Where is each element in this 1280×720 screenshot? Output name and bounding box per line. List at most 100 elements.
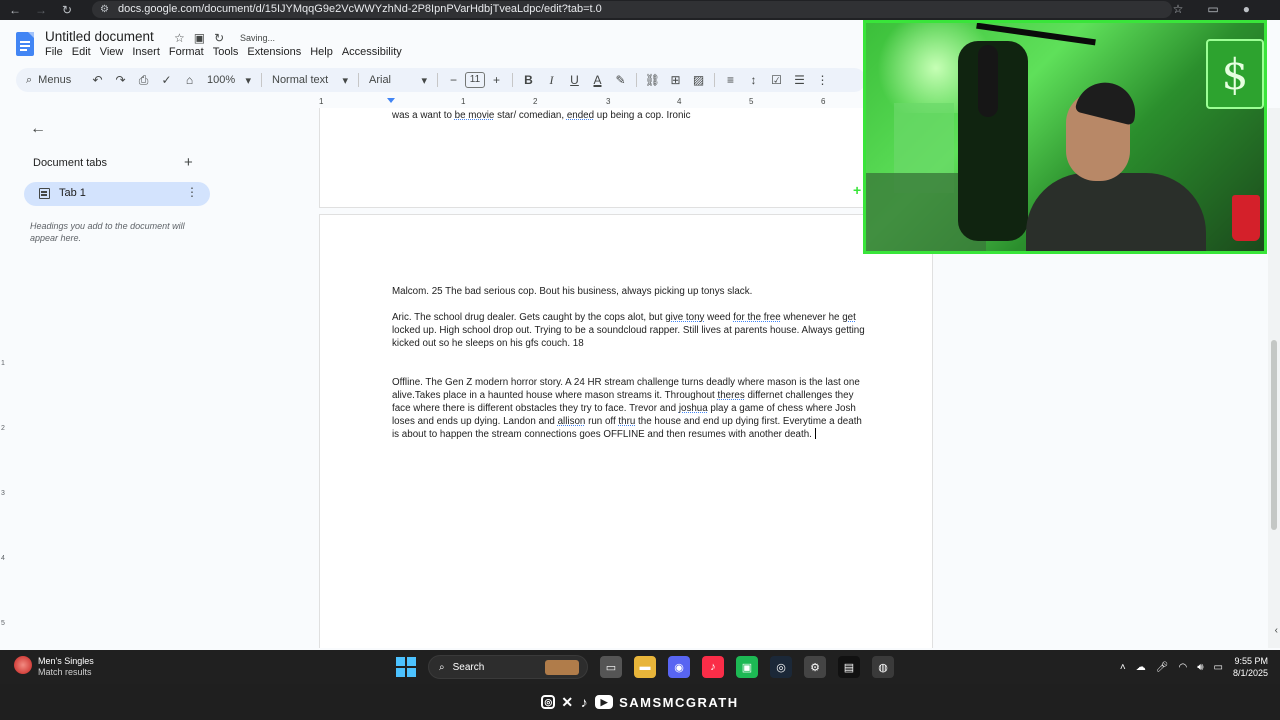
forward-icon[interactable]: → [30, 2, 52, 18]
menu-view[interactable]: View [100, 46, 124, 58]
horizontal-ruler[interactable]: 1 1 2 3 4 5 6 [319, 96, 864, 108]
chevron-down-icon: ▾ [245, 74, 251, 87]
profile-icon[interactable]: ● [1243, 2, 1250, 16]
bold-button[interactable]: B [517, 70, 540, 90]
browser-bar: ← → ↻ ⚙ docs.google.com/document/d/15IJY… [0, 0, 1280, 20]
link-icon[interactable]: ⛓ [641, 70, 664, 90]
document-page-2[interactable]: Malcom. 25 The bad serious cop. Bout his… [319, 214, 933, 648]
checklist-icon[interactable]: ☑ [765, 70, 788, 90]
align-icon[interactable]: ≡ [719, 70, 742, 90]
cloud-icon[interactable]: ☁ [1136, 662, 1146, 673]
divider [437, 73, 438, 87]
line-spacing-icon[interactable]: ↕ [742, 70, 765, 90]
back-icon[interactable]: ← [4, 2, 26, 18]
tab-1[interactable]: Tab 1 ⋮ [24, 182, 210, 206]
expand-panel-icon[interactable]: ‹ [1275, 625, 1278, 636]
document-page-1[interactable]: was a want to be movie star/ comedian, e… [319, 108, 933, 208]
comment-icon[interactable]: ⊞ [664, 70, 687, 90]
font-size-input[interactable]: 11 [465, 72, 485, 88]
task-view-icon[interactable]: ▭ [600, 656, 622, 678]
steam-icon[interactable]: ◎ [770, 656, 792, 678]
more-options-icon[interactable]: ⋮ [186, 185, 198, 199]
ruler-tick: 4 [677, 97, 682, 106]
chrome-icon[interactable]: ◍ [872, 656, 894, 678]
brand-name: SAMSMCGRATH [619, 694, 739, 710]
clock-time: 9:55 PM [1234, 656, 1268, 666]
menu-accessibility[interactable]: Accessibility [342, 46, 402, 58]
bookmark-star-icon[interactable]: ☆ [1173, 2, 1184, 16]
document-outline-panel: ← Document tabs + Tab 1 ⋮ Headings you a… [0, 108, 240, 648]
menu-extensions[interactable]: Extensions [247, 46, 301, 58]
scroll-thumb[interactable] [1271, 340, 1277, 530]
increase-font-size-button[interactable]: + [485, 70, 508, 90]
text-color-button[interactable]: A [586, 70, 609, 90]
wifi-icon[interactable]: ◠ [1178, 662, 1187, 673]
file-explorer-icon[interactable]: ▬ [634, 656, 656, 678]
menu-bar: File Edit View Insert Format Tools Exten… [45, 46, 411, 58]
print-button[interactable]: ⎙ [132, 70, 155, 90]
news-title: Men's Singles [38, 656, 94, 666]
menu-format[interactable]: Format [169, 46, 204, 58]
red-cup [1232, 195, 1260, 241]
zoom-select[interactable]: 100% ▾ [201, 70, 257, 90]
docs-logo-icon[interactable] [16, 32, 34, 56]
clock-date: 8/1/2025 [1232, 668, 1268, 678]
paint-format-button[interactable]: ⌂ [178, 70, 201, 90]
move-folder-icon[interactable]: ▣ [194, 31, 205, 45]
news-widget[interactable]: Men's Singles Match results [14, 656, 94, 678]
battery-icon[interactable]: ▭ [1214, 662, 1223, 673]
italic-button[interactable]: I [540, 70, 563, 90]
music-app-icon[interactable]: ♪ [702, 656, 724, 678]
clock[interactable]: 9:55 PM 8/1/2025 [1233, 655, 1268, 679]
star-icon[interactable]: ☆ [174, 31, 185, 45]
volume-icon[interactable]: 🔊︎ [1197, 662, 1203, 673]
page1-paragraph: was a want to be movie star/ comedian, e… [392, 110, 691, 121]
tiktok-icon: ♪ [580, 694, 590, 710]
menu-help[interactable]: Help [310, 46, 333, 58]
reload-icon[interactable]: ↻ [56, 2, 78, 18]
ruler-tick: 2 [533, 97, 538, 106]
cast-icon[interactable]: ▭ [1207, 2, 1218, 16]
document-icon [39, 188, 50, 199]
streaming-app-icon[interactable]: ▣ [736, 656, 758, 678]
menu-file[interactable]: File [45, 46, 63, 58]
divider [714, 73, 715, 87]
bulleted-list-icon[interactable]: ☰ [788, 70, 811, 90]
font-select[interactable]: Arial ▾ [363, 70, 433, 90]
settings-gear-icon[interactable]: ⚙ [804, 656, 826, 678]
indent-marker[interactable] [387, 98, 395, 103]
numbered-list-icon[interactable]: ⋮ [811, 70, 834, 90]
menu-insert[interactable]: Insert [132, 46, 160, 58]
decrease-font-size-button[interactable]: − [442, 70, 465, 90]
divider [512, 73, 513, 87]
search-highlight-image [545, 660, 579, 675]
spellcheck-button[interactable]: ✓ [155, 70, 178, 90]
webcam-overlay: $ [863, 20, 1267, 254]
discord-icon[interactable]: ◉ [668, 656, 690, 678]
mic-tray-icon[interactable]: 🎤︎ [1156, 662, 1169, 673]
back-arrow-icon[interactable]: ← [30, 120, 46, 138]
text-cursor [814, 428, 816, 439]
add-tab-button[interactable]: + [184, 154, 193, 171]
underline-button[interactable]: U [563, 70, 586, 90]
address-bar[interactable]: ⚙ docs.google.com/document/d/15IJYMqqG9e… [92, 1, 1172, 18]
site-info-icon[interactable]: ⚙ [100, 1, 109, 18]
document-title[interactable]: Untitled document [45, 29, 154, 44]
image-icon[interactable]: ▨ [687, 70, 710, 90]
menus-search-button[interactable]: ⌕ Menus [16, 70, 86, 90]
epic-games-icon[interactable]: ▤ [838, 656, 860, 678]
undo-button[interactable]: ↶ [86, 70, 109, 90]
style-select[interactable]: Normal text ▾ [266, 70, 354, 90]
vertical-scrollbar[interactable] [1268, 108, 1280, 648]
menu-edit[interactable]: Edit [72, 46, 91, 58]
menu-tools[interactable]: Tools [213, 46, 239, 58]
news-widget-text: Men's Singles Match results [38, 656, 94, 678]
highlight-icon[interactable]: ✎ [609, 70, 632, 90]
save-status: Saving... [240, 33, 276, 43]
x-icon: ✕ [561, 693, 575, 710]
taskbar-search[interactable]: ⌕ Search [428, 655, 588, 679]
chevron-up-icon[interactable]: ˄ [1120, 662, 1126, 673]
redo-button[interactable]: ↷ [109, 70, 132, 90]
windows-start-icon[interactable] [396, 657, 416, 677]
taskbar-search-label: Search [452, 661, 485, 673]
